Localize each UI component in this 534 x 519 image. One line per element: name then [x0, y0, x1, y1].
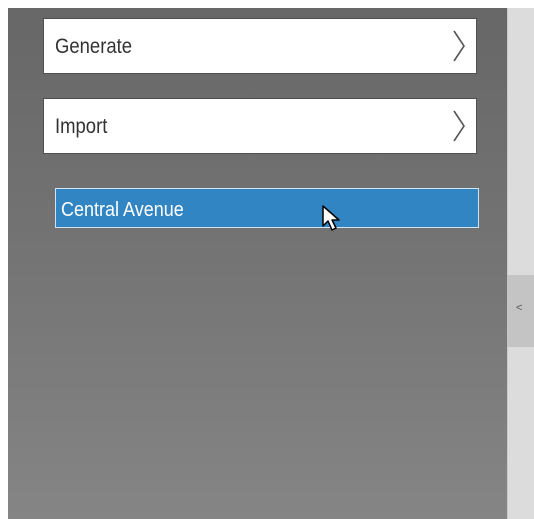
chevron-right-icon — [452, 109, 466, 143]
import-label: Import — [55, 115, 108, 138]
list-item-central-avenue[interactable]: Central Avenue — [55, 188, 479, 228]
chevron-right-icon — [452, 29, 466, 63]
import-button[interactable]: Import — [43, 98, 477, 154]
collapse-arrow-icon: < — [516, 302, 523, 314]
generate-label: Generate — [55, 35, 133, 58]
sidebar-panel: Generate Import Central Avenue — [8, 8, 507, 519]
collapse-panel-button[interactable]: < — [507, 275, 534, 347]
list-item-label: Central Avenue — [61, 199, 184, 221]
side-scroll-track — [507, 8, 534, 519]
generate-button[interactable]: Generate — [43, 18, 477, 74]
mouse-pointer-icon — [321, 204, 343, 234]
